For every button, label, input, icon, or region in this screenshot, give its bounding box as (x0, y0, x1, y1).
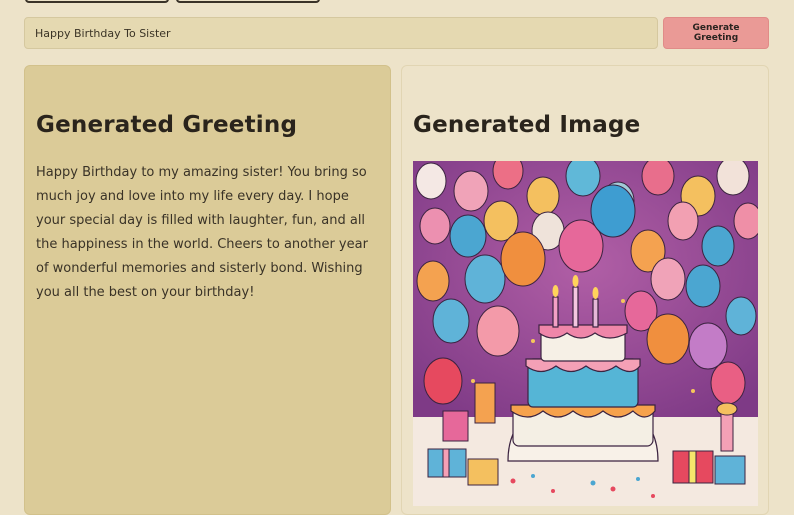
birthday-cake-illustration (413, 161, 758, 506)
generated-image (413, 161, 758, 506)
image-panel: Generated Image (401, 65, 769, 515)
greeting-title: Generated Greeting (36, 112, 298, 138)
prompt-input[interactable] (24, 17, 658, 49)
greeting-text: Happy Birthday to my amazing sister! You… (36, 165, 368, 300)
greeting-panel: Generated Greeting Happy Birthday to my … (24, 65, 391, 515)
generate-greeting-button[interactable]: Generate Greeting (663, 17, 769, 49)
image-title: Generated Image (413, 112, 641, 138)
top-tab-right[interactable] (176, 0, 320, 3)
top-tab-left[interactable] (25, 0, 169, 3)
